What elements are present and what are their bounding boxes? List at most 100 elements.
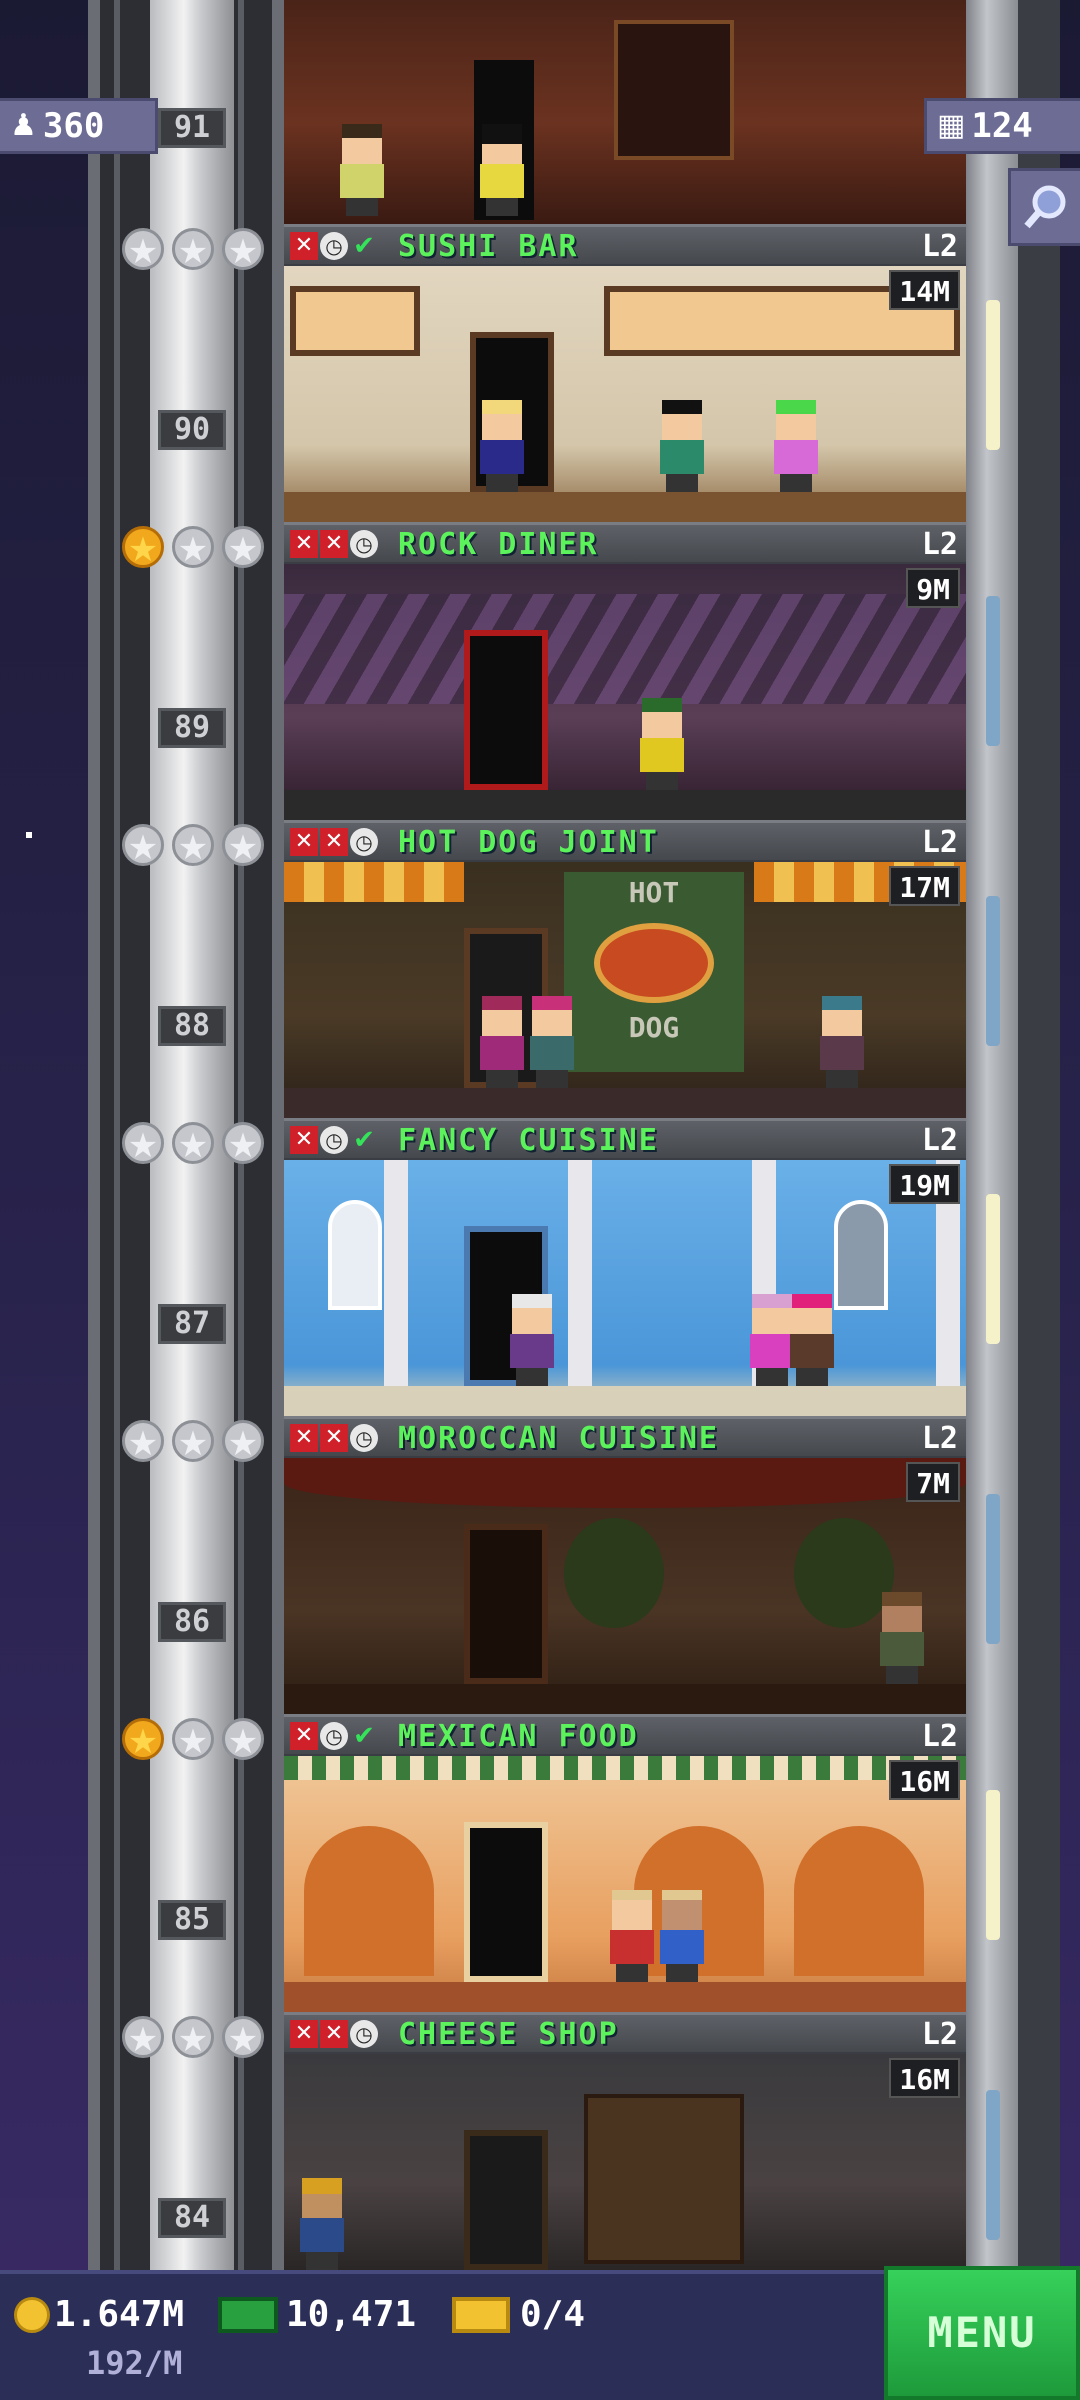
restock-timer[interactable]: 17M xyxy=(889,866,960,906)
person-icon: ♟ xyxy=(10,108,37,143)
clock-icon: ◷ xyxy=(320,1722,348,1750)
floor-85[interactable]: ★ ★ ★ ✕ ◷ ✔ MEXICAN FOOD L2 16M 85 xyxy=(0,1714,1080,2012)
floor-number: 91 xyxy=(158,108,226,148)
star-icon: ★ xyxy=(222,2016,264,2060)
star-icon: ★ xyxy=(172,228,214,272)
check-icon: ✔ xyxy=(353,1721,375,1751)
floor-room[interactable]: HOT DOG 17M xyxy=(284,862,966,1118)
floor-room[interactable]: 9M xyxy=(284,564,966,820)
status-icons: ✕ ◷ ✔ xyxy=(290,232,378,260)
coins-display[interactable]: 1.647M xyxy=(14,2294,184,2335)
star-icon: ★ xyxy=(172,1420,214,1464)
floor-room[interactable]: 14M xyxy=(284,266,966,522)
restock-timer[interactable]: 19M xyxy=(889,1164,960,1204)
floor-86[interactable]: ★ ★ ★ ✕ ✕ ◷ MOROCCAN CUISINE L2 7M 86 xyxy=(0,1416,1080,1714)
menu-button[interactable]: MENU xyxy=(884,2266,1080,2400)
floor-header[interactable]: ✕ ◷ ✔ MEXICAN FOOD L2 xyxy=(284,1714,966,1754)
clock-icon: ◷ xyxy=(350,828,378,856)
floor-stars: ★ ★ ★ xyxy=(122,228,264,272)
floor-87[interactable]: ★ ★ ★ ✕ ◷ ✔ FANCY CUISINE L2 19M 87 xyxy=(0,1118,1080,1416)
star-icon: ★ xyxy=(222,228,264,272)
floor-name: SUSHI BAR xyxy=(398,229,579,264)
floor-84[interactable]: ★ ★ ★ ✕ ✕ ◷ CHEESE SHOP L2 16M 84 xyxy=(0,2012,1080,2270)
restock-timer[interactable]: 14M xyxy=(889,270,960,310)
restock-timer[interactable]: 16M xyxy=(889,1760,960,1800)
x-icon: ✕ xyxy=(290,1126,318,1154)
floor-room[interactable]: 19M xyxy=(284,1160,966,1416)
customer xyxy=(334,124,390,216)
clock-icon: ◷ xyxy=(350,2020,378,2048)
status-icons: ✕ ◷ ✔ xyxy=(290,1126,378,1154)
clock-icon: ◷ xyxy=(350,1424,378,1452)
room-door xyxy=(464,1524,548,1684)
bux-icon xyxy=(218,2296,278,2333)
star-icon: ★ xyxy=(172,1718,214,1762)
floor-stars: ★ ★ ★ xyxy=(122,1122,264,1166)
status-icons: ✕ ✕ ◷ xyxy=(290,1424,378,1452)
x-icon: ✕ xyxy=(320,2020,348,2048)
star-icon: ★ xyxy=(222,1718,264,1762)
floor-89[interactable]: ★ ★ ★ ✕ ✕ ◷ ROCK DINER L2 9M 89 xyxy=(0,522,1080,820)
floor-header[interactable]: ✕ ✕ ◷ ROCK DINER L2 xyxy=(284,522,966,562)
customer xyxy=(524,996,580,1088)
floor-number: 89 xyxy=(158,708,226,748)
bux-display[interactable]: 10,471 xyxy=(218,2294,416,2335)
room-door xyxy=(464,1822,548,1982)
sign-text: DOG xyxy=(628,1011,680,1044)
customer xyxy=(504,1294,560,1386)
floors-counter[interactable]: ▦ 124 xyxy=(924,98,1080,154)
population-counter[interactable]: ♟ 360 xyxy=(0,98,158,154)
floor-room[interactable]: 7M xyxy=(284,1458,966,1714)
floor-90[interactable]: ★ ★ ★ ✕ ◷ ✔ SUSHI BAR L2 14M 90 xyxy=(0,224,1080,522)
floor-header[interactable]: ✕ ✕ ◷ CHEESE SHOP L2 xyxy=(284,2012,966,2052)
star-icon: ★ xyxy=(172,526,214,570)
x-icon: ✕ xyxy=(290,2020,318,2048)
x-icon: ✕ xyxy=(320,828,348,856)
restock-timer[interactable]: 9M xyxy=(906,568,960,608)
floor-91[interactable]: 91 xyxy=(0,0,1080,224)
floor-room[interactable]: 16M xyxy=(284,1756,966,2012)
clock-icon: ◷ xyxy=(320,1126,348,1154)
status-icons: ✕ ◷ ✔ xyxy=(290,1722,378,1750)
customer xyxy=(294,2178,350,2270)
sign-text: HOT xyxy=(628,876,680,909)
x-icon: ✕ xyxy=(290,1424,318,1452)
floor-number: 88 xyxy=(158,1006,226,1046)
clock-icon: ◷ xyxy=(350,530,378,558)
status-icons: ✕ ✕ ◷ xyxy=(290,2020,378,2048)
floor-name: FANCY CUISINE xyxy=(398,1123,659,1158)
x-icon: ✕ xyxy=(290,828,318,856)
coins-value: 1.647M xyxy=(54,2294,185,2335)
star-icon: ★ xyxy=(122,824,164,868)
floor-stars: ★ ★ ★ xyxy=(122,1718,264,1762)
restock-timer[interactable]: 16M xyxy=(889,2058,960,2098)
population-value: 360 xyxy=(42,106,105,146)
customer xyxy=(474,124,530,216)
floor-number: 86 xyxy=(158,1602,226,1642)
x-icon: ✕ xyxy=(290,232,318,260)
coin-icon xyxy=(14,2296,50,2333)
bux-value: 10,471 xyxy=(286,2294,417,2335)
customer xyxy=(814,996,870,1088)
x-icon: ✕ xyxy=(320,1424,348,1452)
tickets-display[interactable]: 0/4 xyxy=(452,2294,585,2335)
floor-header[interactable]: ✕ ◷ ✔ FANCY CUISINE L2 xyxy=(284,1118,966,1158)
customer xyxy=(474,400,530,492)
restock-timer[interactable]: 7M xyxy=(906,1462,960,1502)
floor-level: L2 xyxy=(921,1421,958,1456)
floor-stars: ★ ★ ★ xyxy=(122,1420,264,1464)
clock-icon: ◷ xyxy=(320,232,348,260)
customer xyxy=(874,1592,930,1684)
floor-header[interactable]: ✕ ◷ ✔ SUSHI BAR L2 xyxy=(284,224,966,264)
floor-room[interactable] xyxy=(284,0,966,224)
floor-header[interactable]: ✕ ✕ ◷ MOROCCAN CUISINE L2 xyxy=(284,1416,966,1456)
floor-room[interactable]: 16M xyxy=(284,2054,966,2270)
floor-88[interactable]: ★ ★ ★ ✕ ✕ ◷ HOT DOG JOINT L2 HOT DOG 17M xyxy=(0,820,1080,1118)
check-icon: ✔ xyxy=(353,1125,375,1155)
customer xyxy=(654,400,710,492)
floor-header[interactable]: ✕ ✕ ◷ HOT DOG JOINT L2 xyxy=(284,820,966,860)
star-icon: ★ xyxy=(122,2016,164,2060)
floor-name: MEXICAN FOOD xyxy=(398,1719,639,1754)
star-icon: ★ xyxy=(122,526,164,570)
x-icon: ✕ xyxy=(290,1722,318,1750)
